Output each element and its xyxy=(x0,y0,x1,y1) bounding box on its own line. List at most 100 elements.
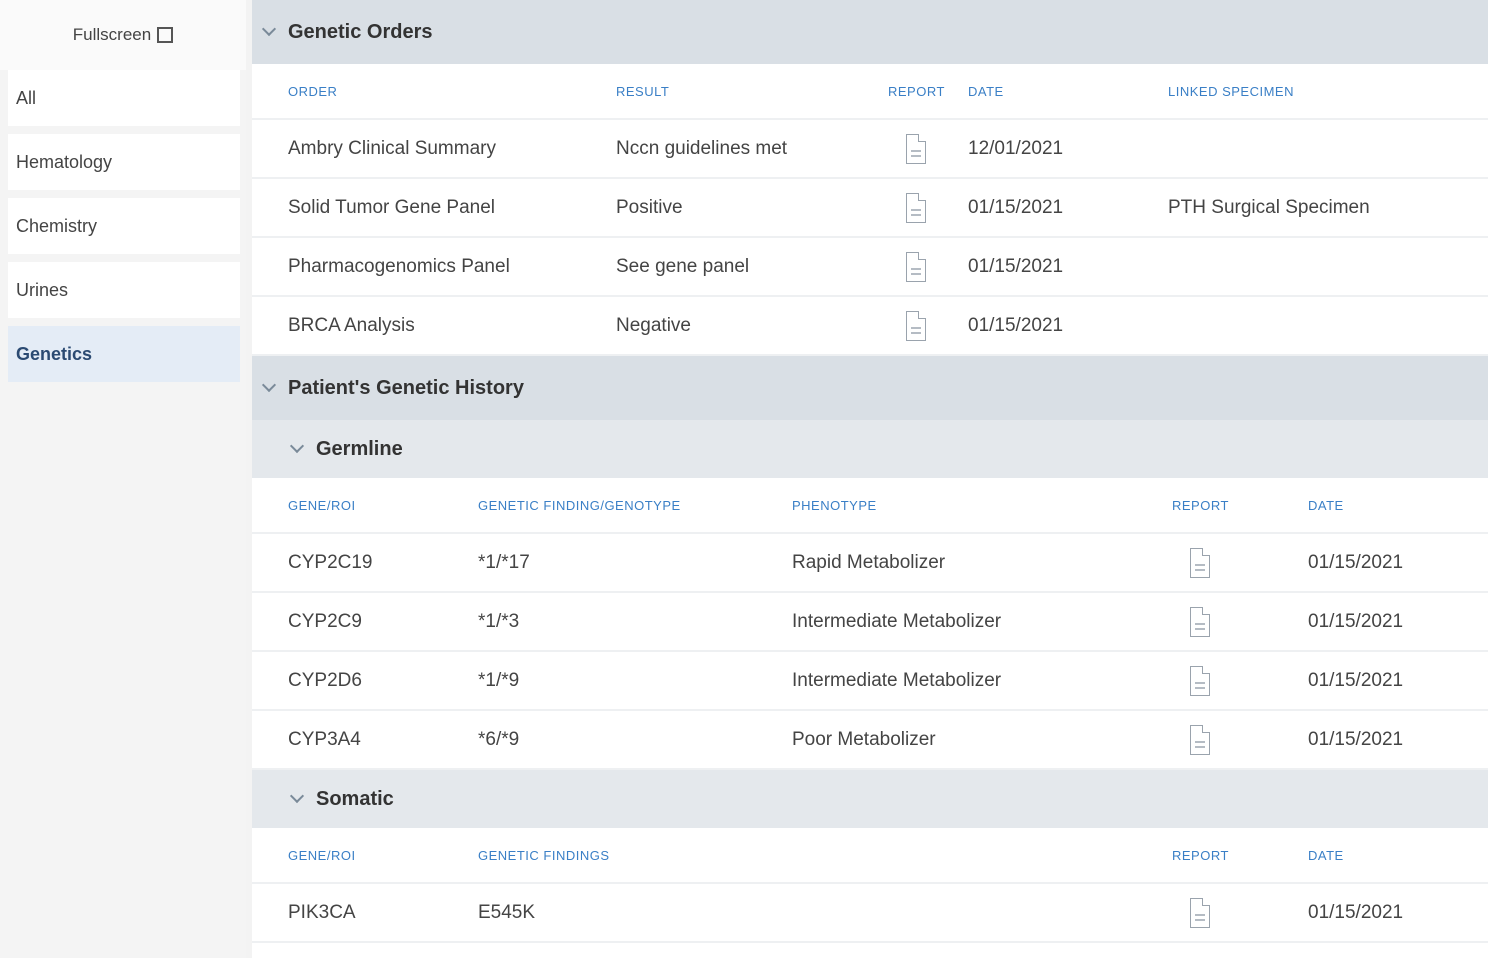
column-header-report[interactable]: REPORT xyxy=(1172,828,1229,882)
document-icon xyxy=(1190,606,1210,637)
somatic-header[interactable]: Somatic xyxy=(252,770,1488,828)
phenotype: Intermediate Metabolizer xyxy=(792,669,1002,691)
order-date: 01/15/2021 xyxy=(968,314,1064,336)
fullscreen-icon xyxy=(157,27,174,43)
column-header-linked-specimen[interactable]: LINKED SPECIMEN xyxy=(1168,64,1294,118)
report-link[interactable] xyxy=(1190,652,1210,709)
gene-name: CYP2C19 xyxy=(288,551,373,573)
sidebar-item-label: Genetics xyxy=(16,343,93,364)
order-date: 12/01/2021 xyxy=(968,137,1064,159)
document-icon xyxy=(1190,665,1210,696)
table-row[interactable]: CYP2D6 *1/*9 Intermediate Metabolizer 01… xyxy=(252,652,1488,711)
table-row[interactable]: CYP3A4 *6/*9 Poor Metabolizer 01/15/2021 xyxy=(252,711,1488,770)
order-date: 01/15/2021 xyxy=(968,196,1064,218)
subsection-title: Germline xyxy=(316,437,403,460)
finding-date: 01/15/2021 xyxy=(1308,669,1404,691)
column-header-findings[interactable]: GENETIC FINDINGS xyxy=(478,828,610,882)
gene-name: CYP2C9 xyxy=(288,610,362,632)
phenotype: Poor Metabolizer xyxy=(792,728,936,750)
column-header-gene[interactable]: GENE/ROI xyxy=(288,828,356,882)
document-icon xyxy=(906,310,926,341)
genotype: *1/*17 xyxy=(478,551,530,573)
sidebar-item-all[interactable]: All xyxy=(8,70,240,126)
report-link[interactable] xyxy=(1190,884,1210,941)
linked-specimen[interactable]: PTH Surgical Specimen xyxy=(1168,179,1370,236)
column-header-phenotype[interactable]: PHENOTYPE xyxy=(792,478,877,532)
table-row[interactable]: BRCA Analysis Negative 01/15/2021 xyxy=(252,297,1488,356)
report-link[interactable] xyxy=(1190,593,1210,650)
germline-table: GENE/ROI GENETIC FINDING/GENOTYPE PHENOT… xyxy=(252,478,1488,770)
genotype: *6/*9 xyxy=(478,728,520,750)
genetic-finding: E545K xyxy=(478,901,536,923)
report-link[interactable] xyxy=(906,238,926,295)
document-icon xyxy=(906,251,926,282)
order-name[interactable]: Solid Tumor Gene Panel xyxy=(288,179,495,236)
sidebar-item-label: All xyxy=(16,87,37,108)
fullscreen-label: Fullscreen xyxy=(72,25,152,44)
table-header-row: GENE/ROI GENETIC FINDINGS REPORT DATE xyxy=(252,828,1488,884)
section-title: Patient's Genetic History xyxy=(288,376,524,399)
table-row[interactable]: Ambry Clinical Summary Nccn guidelines m… xyxy=(252,120,1488,179)
order-result: See gene panel xyxy=(616,255,750,277)
main-panel: Genetic Orders ORDER RESULT REPORT DATE … xyxy=(252,0,1488,958)
order-result: Positive xyxy=(616,196,683,218)
document-icon xyxy=(906,192,926,223)
column-header-gene[interactable]: GENE/ROI xyxy=(288,478,356,532)
table-row[interactable]: Pharmacogenomics Panel See gene panel 01… xyxy=(252,238,1488,297)
column-header-date[interactable]: DATE xyxy=(1308,478,1344,532)
gene-name: CYP3A4 xyxy=(288,728,361,750)
gene-name: PIK3CA xyxy=(288,901,356,923)
column-header-finding[interactable]: GENETIC FINDING/GENOTYPE xyxy=(478,478,681,532)
order-result: Negative xyxy=(616,314,691,336)
somatic-table: GENE/ROI GENETIC FINDINGS REPORT DATE PI… xyxy=(252,828,1488,943)
column-header-order[interactable]: ORDER xyxy=(288,64,337,118)
chevron-down-icon xyxy=(289,788,305,804)
sidebar-item-hematology[interactable]: Hematology xyxy=(8,134,240,190)
genotype: *1/*9 xyxy=(478,669,520,691)
column-header-date[interactable]: DATE xyxy=(1308,828,1344,882)
sidebar-item-chemistry[interactable]: Chemistry xyxy=(8,198,240,254)
germline-header[interactable]: Germline xyxy=(252,420,1488,478)
report-link[interactable] xyxy=(1190,711,1210,768)
finding-date: 01/15/2021 xyxy=(1308,728,1404,750)
order-name[interactable]: Pharmacogenomics Panel xyxy=(288,238,510,295)
sidebar-item-urines[interactable]: Urines xyxy=(8,262,240,318)
table-header-row: GENE/ROI GENETIC FINDING/GENOTYPE PHENOT… xyxy=(252,478,1488,534)
column-header-date[interactable]: DATE xyxy=(968,64,1004,118)
document-icon xyxy=(1190,547,1210,578)
report-link[interactable] xyxy=(1190,534,1210,591)
table-row[interactable]: CYP2C19 *1/*17 Rapid Metabolizer 01/15/2… xyxy=(252,534,1488,593)
column-header-report[interactable]: REPORT xyxy=(888,64,945,118)
genetic-orders-table: ORDER RESULT REPORT DATE LINKED SPECIMEN… xyxy=(252,64,1488,356)
chevron-down-icon xyxy=(261,21,277,37)
genotype: *1/*3 xyxy=(478,610,520,632)
order-name[interactable]: Ambry Clinical Summary xyxy=(288,120,496,177)
section-title: Genetic Orders xyxy=(288,20,433,43)
order-name[interactable]: BRCA Analysis xyxy=(288,297,415,354)
finding-date: 01/15/2021 xyxy=(1308,901,1404,923)
report-link[interactable] xyxy=(906,120,926,177)
table-row[interactable]: PIK3CA E545K 01/15/2021 xyxy=(252,884,1488,943)
document-icon xyxy=(1190,724,1210,755)
chevron-down-icon xyxy=(261,377,277,393)
finding-date: 01/15/2021 xyxy=(1308,551,1404,573)
report-link[interactable] xyxy=(906,179,926,236)
chevron-down-icon xyxy=(289,438,305,454)
sidebar-item-label: Hematology xyxy=(16,151,113,172)
column-header-result[interactable]: RESULT xyxy=(616,64,669,118)
subsection-title: Somatic xyxy=(316,787,394,810)
table-row[interactable]: CYP2C9 *1/*3 Intermediate Metabolizer 01… xyxy=(252,593,1488,652)
order-result: Nccn guidelines met xyxy=(616,137,788,159)
order-date: 01/15/2021 xyxy=(968,255,1064,277)
genetic-history-header[interactable]: Patient's Genetic History xyxy=(252,356,1488,420)
fullscreen-button[interactable]: Fullscreen xyxy=(0,0,246,70)
table-row[interactable]: Solid Tumor Gene Panel Positive 01/15/20… xyxy=(252,179,1488,238)
phenotype: Rapid Metabolizer xyxy=(792,551,946,573)
document-icon xyxy=(1190,897,1210,928)
sidebar: Fullscreen All Hematology Chemistry Urin… xyxy=(0,0,246,958)
sidebar-item-label: Urines xyxy=(16,279,69,300)
genetic-orders-header[interactable]: Genetic Orders xyxy=(252,0,1488,64)
sidebar-item-genetics[interactable]: Genetics xyxy=(8,326,240,382)
report-link[interactable] xyxy=(906,297,926,354)
column-header-report[interactable]: REPORT xyxy=(1172,478,1229,532)
